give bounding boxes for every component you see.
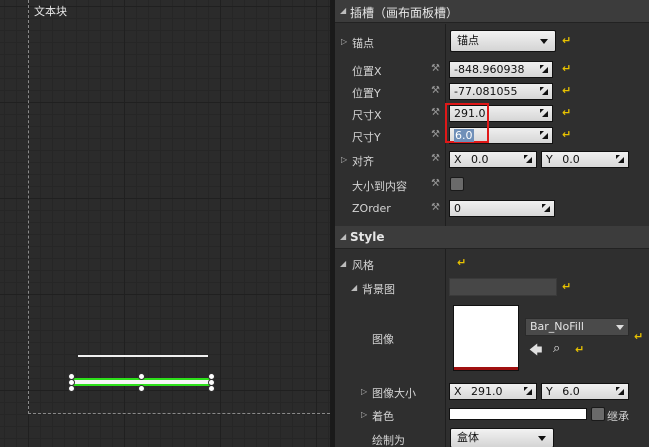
anchor-label: 锚点 — [352, 37, 374, 50]
zorder-field[interactable]: 0 — [449, 200, 555, 217]
draw-as-label: 绘制为 — [372, 434, 405, 447]
textblock-widget-outline — [78, 355, 208, 357]
size-y-field[interactable]: 6.0 — [449, 127, 553, 144]
image-size-label: 图像大小 — [372, 387, 416, 400]
reset-to-default-icon[interactable]: ↵ — [562, 34, 571, 47]
tint-label: 着色 — [372, 410, 394, 423]
reset-to-default-icon[interactable]: ↵ — [457, 256, 466, 269]
drag-resize-icon — [616, 155, 624, 163]
property-binding-icon[interactable]: ⚒ — [431, 129, 440, 140]
canvas-boundary-horizontal — [28, 413, 330, 414]
position-x-label: 位置X — [352, 65, 382, 78]
alignment-y-field[interactable]: Y 0.0 — [541, 151, 629, 168]
collapse-arrow-icon[interactable]: ◢ — [351, 283, 357, 292]
image-label: 图像 — [372, 333, 394, 346]
reset-to-default-icon[interactable]: ↵ — [575, 343, 584, 356]
reset-to-default-icon[interactable]: ↵ — [562, 280, 571, 293]
background-label: 背景图 — [362, 283, 395, 296]
chevron-down-icon — [540, 39, 548, 44]
drag-resize-icon — [540, 65, 548, 73]
tint-color-swatch[interactable] — [449, 408, 587, 420]
drag-resize-icon — [524, 155, 532, 163]
property-binding-icon[interactable]: ⚒ — [431, 178, 440, 189]
details-panel: ◢ 插槽（画布面板槽） ▷ 锚点 锚点 ↵ 位置X ⚒ -848.960938 … — [335, 0, 649, 447]
size-x-field[interactable]: 291.0 — [449, 105, 553, 122]
slot-section-header[interactable]: ◢ 插槽（画布面板槽） — [335, 0, 649, 23]
designer-viewport[interactable]: 文本块 — [0, 0, 330, 447]
resize-handle-bottom[interactable] — [138, 385, 145, 392]
reset-to-default-icon[interactable]: ↵ — [562, 62, 571, 75]
size-x-label: 尺寸X — [352, 109, 382, 122]
canvas-boundary-vertical — [28, 0, 29, 414]
resize-handle-top[interactable] — [138, 373, 145, 380]
style-section-title: Style — [350, 230, 385, 244]
background-brush-slot[interactable] — [449, 278, 557, 296]
size-to-content-checkbox[interactable] — [450, 177, 464, 191]
position-y-label: 位置Y — [352, 87, 381, 100]
drag-resize-icon — [616, 387, 624, 395]
drag-resize-icon — [540, 109, 548, 117]
inherit-label: 继承 — [607, 410, 629, 423]
resize-handle-bottom-right[interactable] — [208, 385, 215, 392]
slot-section-title: 插槽（画布面板槽） — [350, 6, 459, 20]
property-binding-icon[interactable]: ⚒ — [431, 63, 440, 74]
position-x-field[interactable]: -848.960938 — [449, 61, 553, 78]
draw-as-dropdown[interactable]: 盒体 — [450, 428, 554, 447]
drag-resize-icon — [540, 87, 548, 95]
zorder-label: ZOrder — [352, 202, 391, 215]
anchor-dropdown-value: 锚点 — [457, 34, 479, 47]
property-binding-icon[interactable]: ⚒ — [431, 85, 440, 96]
property-binding-icon[interactable]: ⚒ — [431, 107, 440, 118]
size-to-content-label: 大小到内容 — [352, 180, 407, 193]
reset-to-default-icon[interactable]: ↵ — [562, 84, 571, 97]
expand-arrow-icon[interactable]: ▷ — [361, 387, 367, 396]
alignment-label: 对齐 — [352, 155, 374, 168]
reset-to-default-icon[interactable]: ↵ — [562, 128, 571, 141]
drag-resize-icon — [524, 387, 532, 395]
image-size-x-field[interactable]: X 291.0 — [449, 383, 537, 400]
anchor-dropdown[interactable]: 锚点 — [450, 30, 556, 52]
alignment-x-field[interactable]: X 0.0 — [449, 151, 537, 168]
drag-resize-icon — [542, 204, 550, 212]
expand-arrow-icon[interactable]: ▷ — [361, 410, 367, 419]
property-binding-icon[interactable]: ⚒ — [431, 153, 440, 164]
position-y-field[interactable]: -77.081055 — [449, 83, 553, 100]
browse-search-icon[interactable]: ⌕ — [553, 341, 560, 356]
image-thumbnail[interactable] — [453, 305, 519, 371]
style-label: 风格 — [352, 259, 374, 272]
chevron-down-icon — [538, 436, 546, 441]
image-size-y-field[interactable]: Y 6.0 — [541, 383, 629, 400]
collapse-arrow-icon[interactable]: ◢ — [340, 6, 346, 15]
reset-to-default-icon[interactable]: ↵ — [634, 330, 643, 343]
resize-handle-bottom-left[interactable] — [68, 385, 75, 392]
chevron-down-icon — [616, 325, 624, 330]
property-binding-icon[interactable]: ⚒ — [431, 202, 440, 213]
use-selected-asset-arrow-icon[interactable]: 🡄 — [529, 341, 542, 363]
expand-arrow-icon[interactable]: ▷ — [341, 37, 347, 46]
size-y-label: 尺寸Y — [352, 131, 381, 144]
reset-to-default-icon[interactable]: ↵ — [562, 106, 571, 119]
inherit-checkbox[interactable] — [591, 407, 605, 421]
collapse-arrow-icon[interactable]: ◢ — [340, 232, 346, 241]
widget-label: 文本块 — [34, 5, 67, 18]
expand-arrow-icon[interactable]: ▷ — [341, 155, 347, 164]
image-asset-dropdown[interactable]: Bar_NoFill — [525, 318, 629, 336]
style-section-header[interactable]: ◢ Style — [335, 226, 649, 249]
drag-resize-icon — [540, 131, 548, 139]
collapse-arrow-icon[interactable]: ◢ — [340, 259, 346, 268]
